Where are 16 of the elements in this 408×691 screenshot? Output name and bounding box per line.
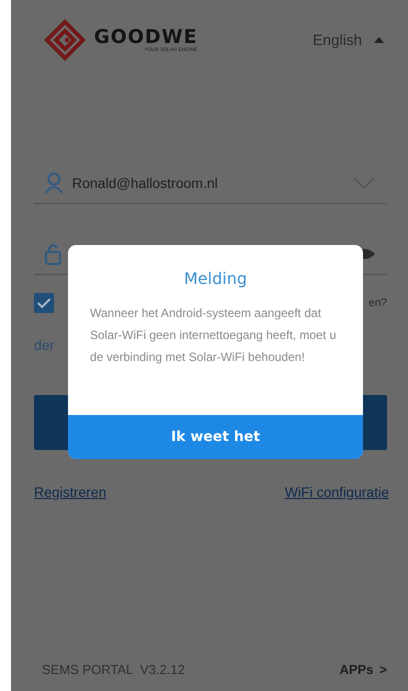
- dialog-title: Melding: [183, 269, 248, 288]
- apps-link[interactable]: APPs >: [339, 662, 387, 677]
- caret-icon: [374, 37, 384, 43]
- user-icon: [44, 172, 64, 194]
- username-field[interactable]: Ronald@hallostroom.nl: [34, 163, 387, 204]
- wifi-configuration-link[interactable]: WiFi configuratie: [284, 484, 389, 500]
- dialog-message: Wanneer het Android-systeem aangeeft dat Solar-WiFi geen internettoegang heeft, moet u de verbinding met Solar-WiFi behouden!: [90, 305, 338, 366]
- language-selector[interactable]: English: [312, 32, 384, 48]
- register-link[interactable]: Registreren: [34, 484, 106, 500]
- forgot-password-link[interactable]: en?: [368, 297, 387, 309]
- lock-icon: [44, 243, 62, 265]
- confirm-button[interactable]: Ik weet het: [68, 415, 363, 459]
- version-label: SEMS PORTAL V3.2.12: [42, 662, 185, 677]
- remember-checkbox[interactable]: [34, 293, 54, 313]
- logo-icon: [44, 19, 86, 61]
- brand-name: GOODWE: [94, 27, 198, 47]
